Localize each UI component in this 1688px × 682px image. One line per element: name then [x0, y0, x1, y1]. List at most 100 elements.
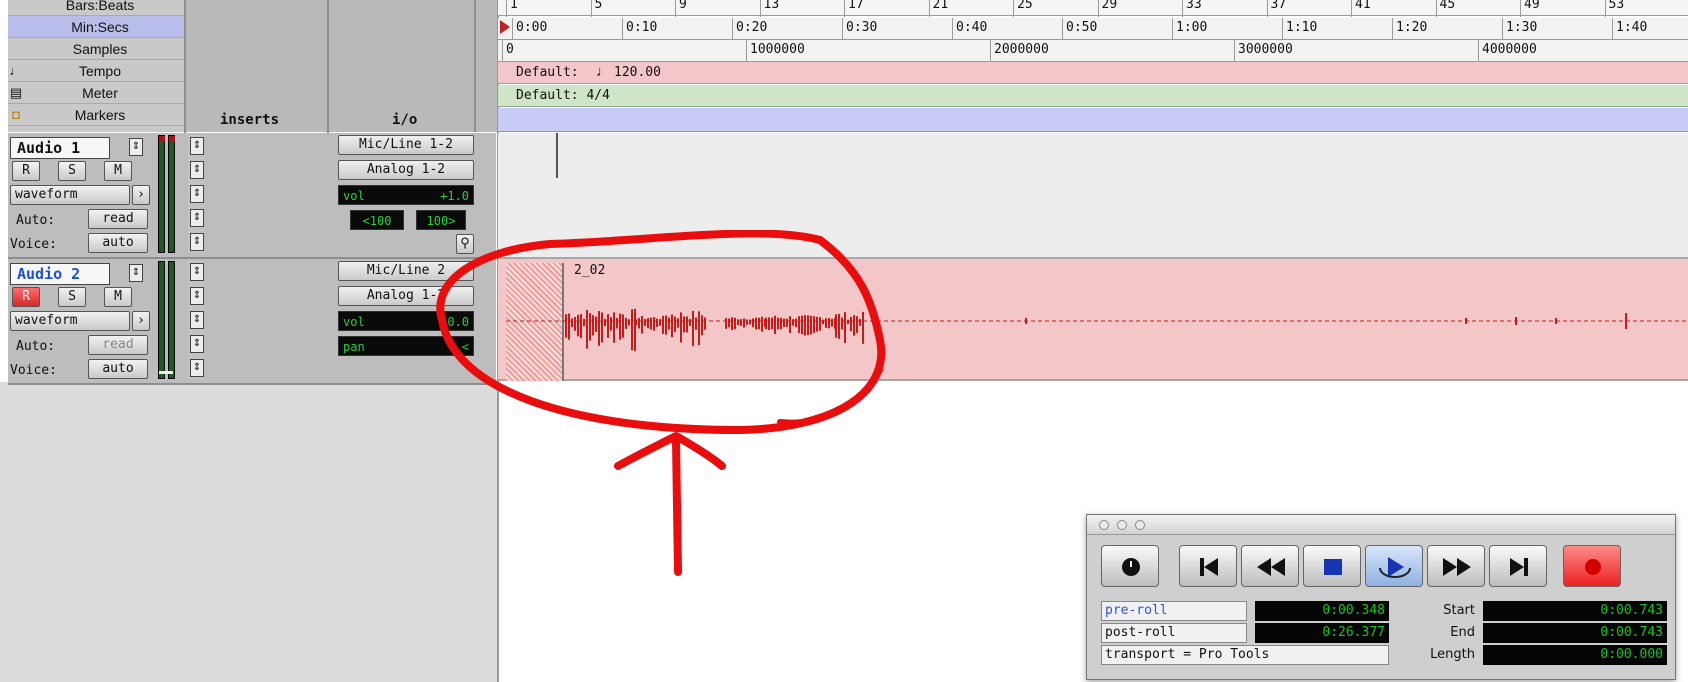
insert-slot-d[interactable]: ⇕ [190, 209, 204, 227]
post-roll-value[interactable]: 0:26.377 [1255, 623, 1389, 643]
ruler-label-bars-beats[interactable]: Bars:Beats [8, 0, 184, 16]
level-meter-left [158, 261, 165, 379]
record-enable-button[interactable]: R [12, 161, 40, 181]
auto-label: Auto: [16, 213, 56, 228]
meter-ruler[interactable]: Default: 4/4 [498, 85, 1688, 107]
column-divider [474, 0, 476, 132]
insert-slot-c[interactable]: ⇕ [190, 311, 204, 329]
close-window-icon[interactable] [1099, 520, 1109, 530]
insert-slot-a[interactable]: ⇕ [190, 263, 204, 281]
volume-display[interactable]: vol +1.0 [338, 185, 474, 205]
mute-button[interactable]: M [104, 161, 132, 181]
ruler-label-samples[interactable]: Samples [8, 38, 184, 60]
volume-label: vol [343, 315, 365, 329]
bar-tick: 25 [1013, 0, 1033, 17]
insert-slot-a[interactable]: ⇕ [190, 137, 204, 155]
bar-tick: 29 [1097, 0, 1117, 17]
auto-label: Auto: [16, 339, 56, 354]
mute-button[interactable]: M [104, 287, 132, 307]
min-sec-tick: 0:00 [511, 18, 548, 40]
solo-button[interactable]: S [58, 287, 86, 307]
minimize-window-icon[interactable] [1117, 520, 1127, 530]
transport-title-bar[interactable] [1087, 515, 1675, 535]
pre-roll-toggle[interactable]: pre-roll [1101, 601, 1247, 621]
track-name-menu-arrow[interactable]: ⇕ [129, 264, 143, 282]
bar-tick: 53 [1604, 0, 1624, 17]
online-button[interactable] [1101, 545, 1159, 587]
record-button[interactable] [1563, 545, 1621, 587]
pre-roll-value[interactable]: 0:00.348 [1255, 601, 1389, 621]
input-selector[interactable]: Mic/Line 1-2 [338, 135, 474, 155]
bar-tick: 37 [1266, 0, 1286, 17]
voice-selector[interactable]: auto [88, 233, 148, 253]
transport-mode-selector[interactable]: transport = Pro Tools [1101, 645, 1389, 665]
meter-level-marker [159, 371, 173, 374]
track-view-selector[interactable]: waveform [10, 185, 130, 205]
automation-mode-button[interactable]: read [88, 209, 148, 229]
bar-tick: 17 [844, 0, 864, 17]
play-button[interactable] [1365, 545, 1423, 587]
track-view-selector[interactable]: waveform [10, 311, 130, 331]
end-value[interactable]: 0:00.743 [1483, 623, 1667, 643]
min-sec-tick: 0:40 [951, 18, 988, 40]
ruler-label-tempo[interactable]: ♩ Tempo [8, 60, 184, 82]
solo-button[interactable]: S [58, 161, 86, 181]
automation-mode-button[interactable]: read [88, 335, 148, 355]
start-value[interactable]: 0:00.743 [1483, 601, 1667, 621]
pan-right-display[interactable]: 100> [416, 210, 466, 230]
min-sec-tick: 0:50 [1061, 18, 1098, 40]
insert-slot-b[interactable]: ⇕ [190, 161, 204, 179]
fast-forward-button[interactable] [1427, 545, 1485, 587]
volume-label: vol [343, 189, 365, 203]
ruler-label-min-secs[interactable]: Min:Secs [8, 16, 184, 38]
ruler-labels: Bars:Beats Min:Secs Samples ♩ Tempo ▤ Mete… [8, 0, 184, 132]
track-name-field[interactable]: Audio 2 [10, 263, 110, 285]
track-view-arrow[interactable]: › [132, 185, 150, 205]
insert-slot-e[interactable]: ⇕ [190, 359, 204, 377]
transport-window[interactable]: pre-roll 0:00.348 post-roll 0:26.377 tra… [1086, 514, 1676, 680]
ruler-label-meter[interactable]: ▤ Meter [8, 82, 184, 104]
sample-tick: 2000000 [990, 40, 1049, 62]
bar-tick: 13 [759, 0, 779, 17]
min-sec-tick: 1:30 [1501, 18, 1538, 40]
voice-selector[interactable]: auto [88, 359, 148, 379]
edit-cursor [556, 133, 558, 178]
sample-tick: 3000000 [1234, 40, 1293, 62]
bars-beats-ruler[interactable]: 1 5 9 13 17 21 25 29 33 37 41 45 49 53 [498, 0, 1688, 17]
bar-tick: 9 [675, 0, 687, 17]
min-sec-tick: 1:40 [1611, 18, 1648, 40]
return-to-zero-button[interactable] [1179, 545, 1237, 587]
min-secs-ruler[interactable]: 0:00 0:10 0:20 0:30 0:40 0:50 1:00 1:10 1:20 1:30… [498, 18, 1688, 40]
volume-value: +1.0 [440, 189, 469, 203]
insert-slot-c[interactable]: ⇕ [190, 185, 204, 203]
tempo-ruler[interactable]: Default: ♩ 120.00 [498, 62, 1688, 84]
ruler-label-markers[interactable]: ◘ Markers [8, 104, 184, 126]
zoom-window-icon[interactable] [1135, 520, 1145, 530]
bar-tick: 33 [1182, 0, 1202, 17]
io-header: i/o [392, 112, 418, 128]
insert-slot-b[interactable]: ⇕ [190, 287, 204, 305]
playhead-marker[interactable] [498, 18, 512, 36]
samples-ruler[interactable]: 0 1000000 2000000 3000000 4000000 [498, 40, 1688, 62]
stop-button[interactable] [1303, 545, 1361, 587]
sample-tick: 4000000 [1478, 40, 1537, 62]
length-value[interactable]: 0:00.000 [1483, 645, 1667, 665]
ruler-label-text: Min:Secs [71, 19, 129, 35]
rewind-button[interactable] [1241, 545, 1299, 587]
markers-ruler[interactable] [498, 108, 1688, 132]
voice-label: Voice: [10, 237, 57, 252]
go-to-end-button[interactable] [1489, 545, 1547, 587]
record-enable-button[interactable]: R [12, 287, 40, 307]
pan-left-display[interactable]: <100 [350, 210, 404, 230]
bar-tick: 49 [1520, 0, 1540, 17]
track-name-menu-arrow[interactable]: ⇕ [129, 138, 143, 156]
tempo-value: 120.00 [614, 65, 661, 80]
track-view-arrow[interactable]: › [132, 311, 150, 331]
track-name-field[interactable]: Audio 1 [10, 137, 110, 159]
ruler-label-text: Tempo [78, 63, 122, 79]
min-sec-tick: 0:20 [731, 18, 768, 40]
output-selector[interactable]: Analog 1-2 [338, 160, 474, 180]
post-roll-toggle[interactable]: post-roll [1101, 623, 1247, 643]
insert-slot-d[interactable]: ⇕ [190, 335, 204, 353]
insert-slot-e[interactable]: ⇕ [190, 233, 204, 251]
